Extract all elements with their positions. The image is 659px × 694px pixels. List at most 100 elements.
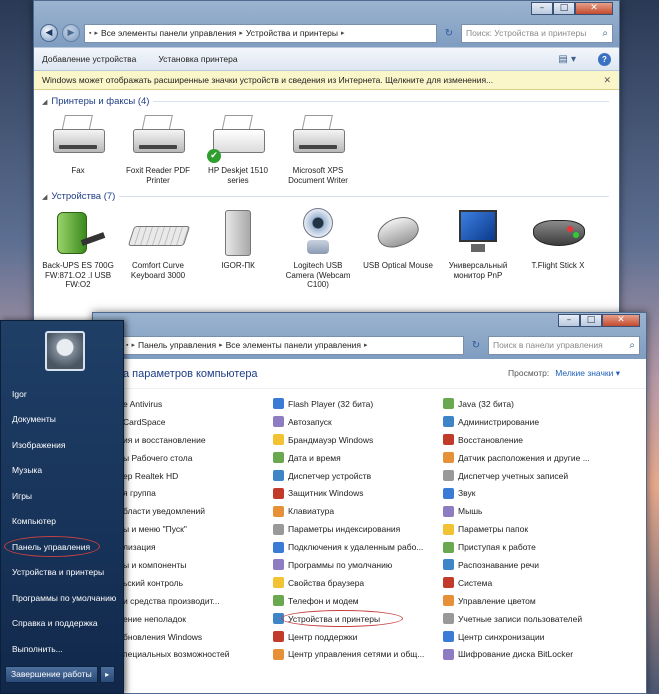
address-bar[interactable]: ▪ ▸ Панель управления ▸ Все элементы пан… (121, 335, 464, 355)
control-panel-item[interactable]: ы и компоненты (123, 556, 273, 574)
search-icon[interactable]: ⌕ (602, 28, 608, 39)
control-panel-item[interactable]: Звук (443, 484, 613, 502)
search-input[interactable]: Поиск: Устройства и принтеры ⌕ (461, 23, 613, 43)
breadcrumb-item[interactable]: Все элементы панели управления (226, 340, 361, 350)
control-panel-item[interactable]: Центр поддержки (273, 628, 443, 646)
start-menu-item[interactable]: Музыка (1, 458, 125, 484)
control-panel-item[interactable]: Центр управления сетями и общ... (273, 645, 443, 663)
device-item[interactable]: IGOR-ПК (198, 206, 278, 290)
control-panel-item[interactable]: Устройства и принтеры (273, 609, 443, 628)
control-panel-item[interactable]: бласти уведомлений (123, 502, 273, 520)
control-panel-item[interactable]: Параметры индексирования (273, 520, 443, 538)
printers-group-header[interactable]: ◢ Принтеры и факсы (4) (42, 96, 619, 107)
control-panel-item[interactable]: e Antivirus (123, 395, 273, 413)
control-panel-item[interactable]: Подключения к удаленным рабо... (273, 538, 443, 556)
control-panel-item[interactable]: я группа (123, 484, 273, 502)
view-selector[interactable]: Просмотр: Мелкие значки ▾ (508, 368, 620, 379)
start-menu-item[interactable]: Программы по умолчанию (1, 585, 125, 611)
control-panel-item[interactable]: Датчик расположения и другие ... (443, 449, 613, 467)
start-menu-item[interactable]: Компьютер (1, 509, 125, 535)
control-panel-item[interactable]: Мышь (443, 502, 613, 520)
collapse-triangle-icon[interactable]: ◢ (42, 98, 47, 106)
control-panel-item[interactable]: Дата и время (273, 449, 443, 467)
start-menu-item[interactable]: Документы (1, 407, 125, 433)
search-input[interactable]: Поиск в панели управления ⌕ (488, 335, 640, 355)
start-menu-item[interactable]: Панель управления (1, 534, 125, 560)
add-device-button[interactable]: Добавление устройства (42, 54, 136, 64)
printer-item[interactable]: Fax (38, 111, 118, 185)
address-bar[interactable]: ▪ ▸ Все элементы панели управления ▸ Уст… (84, 23, 437, 43)
control-panel-item[interactable]: CardSpace (123, 413, 273, 431)
control-panel-item[interactable]: Восстановление (443, 431, 613, 449)
search-icon[interactable]: ⌕ (629, 340, 635, 351)
control-panel-item[interactable]: Администрирование (443, 413, 613, 431)
control-panel-item[interactable]: ение неполадок (123, 610, 273, 628)
start-menu-item[interactable]: Устройства и принтеры (1, 560, 125, 586)
control-panel-item[interactable]: Защитник Windows (273, 484, 443, 502)
add-printer-button[interactable]: Установка принтера (158, 54, 237, 64)
close-infobar-icon[interactable]: ✕ (603, 75, 611, 86)
device-item[interactable]: USB Optical Mouse (358, 206, 438, 290)
start-menu-item[interactable]: Igor (1, 381, 125, 407)
control-panel-item[interactable]: ьский контроль (123, 574, 273, 592)
view-dropdown[interactable]: Мелкие значки ▾ (555, 368, 620, 379)
device-item[interactable]: Универсальный монитор PnP (438, 206, 518, 290)
minimize-button[interactable]: – (558, 314, 580, 327)
control-panel-item[interactable]: Параметры папок (443, 520, 613, 538)
control-panel-item[interactable]: Автозапуск (273, 413, 443, 431)
control-panel-item[interactable]: Брандмауэр Windows (273, 431, 443, 449)
control-panel-item[interactable]: Центр синхронизации (443, 628, 613, 646)
control-panel-item[interactable]: пециальных возможностей (123, 645, 273, 663)
control-panel-item[interactable]: и средства производит... (123, 592, 273, 610)
minimize-button[interactable]: – (531, 2, 553, 15)
control-panel-item[interactable]: бновления Windows (123, 628, 273, 646)
control-panel-item[interactable]: ия и восстановление (123, 431, 273, 449)
control-panel-item[interactable]: Шифрование диска BitLocker (443, 645, 613, 663)
printer-item[interactable]: Foxit Reader PDF Printer (118, 111, 198, 185)
control-panel-item[interactable]: ы Рабочего стола (123, 449, 273, 467)
shutdown-options-button[interactable]: ▸ (99, 666, 115, 683)
info-bar[interactable]: Windows может отображать расширенные зна… (34, 71, 619, 90)
shutdown-button[interactable]: Завершение работы (5, 666, 98, 683)
printer-item[interactable]: Microsoft XPS Document Writer (278, 111, 358, 185)
control-panel-item[interactable]: Flash Player (32 бита) (273, 395, 443, 413)
control-panel-item[interactable]: Учетные записи пользователей (443, 610, 613, 628)
collapse-triangle-icon[interactable]: ◢ (42, 193, 47, 201)
control-panel-item[interactable]: Java (32 бита) (443, 395, 613, 413)
start-menu-item[interactable]: Изображения (1, 432, 125, 458)
back-button[interactable]: ◀ (40, 24, 58, 42)
devices-group-header[interactable]: ◢ Устройства (7) (42, 191, 619, 202)
control-panel-item[interactable]: Диспетчер устройств (273, 467, 443, 485)
control-panel-item[interactable]: Приступая к работе (443, 538, 613, 556)
control-panel-item[interactable]: Клавиатура (273, 502, 443, 520)
control-panel-item[interactable]: Управление цветом (443, 592, 613, 610)
breadcrumb-item[interactable]: Все элементы панели управления (101, 28, 236, 38)
breadcrumb-item[interactable]: Панель управления (138, 340, 216, 350)
forward-button[interactable]: ▶ (62, 24, 80, 42)
refresh-icon[interactable]: ↻ (468, 340, 484, 351)
control-panel-item[interactable]: Распознавание речи (443, 556, 613, 574)
help-icon[interactable]: ? (598, 52, 611, 66)
start-menu-item[interactable]: Игры (1, 483, 125, 509)
device-item[interactable]: Back-UPS ES 700G FW:871.O2 .I USB FW:O2 (38, 206, 118, 290)
control-panel-item[interactable]: лизация (123, 538, 273, 556)
user-avatar[interactable] (45, 331, 85, 371)
close-button[interactable]: ✕ (602, 314, 640, 327)
close-button[interactable]: ✕ (575, 2, 613, 15)
control-panel-item[interactable]: Система (443, 574, 613, 592)
breadcrumb-item[interactable]: Устройства и принтеры (246, 28, 338, 38)
device-item[interactable]: Comfort Curve Keyboard 3000 (118, 206, 198, 290)
refresh-icon[interactable]: ↻ (441, 28, 457, 39)
control-panel-item[interactable]: Телефон и модем (273, 592, 443, 610)
control-panel-item[interactable]: ер Realtek HD (123, 467, 273, 485)
control-panel-item[interactable]: Свойства браузера (273, 574, 443, 592)
control-panel-item[interactable]: Программы по умолчанию (273, 556, 443, 574)
maximize-button[interactable]: □ (553, 2, 575, 15)
start-menu-item[interactable]: Выполнить... (1, 636, 125, 662)
view-options-icon[interactable]: ▤ ▾ (558, 54, 576, 65)
printer-item[interactable]: ✔ HP Deskjet 1510 series (198, 111, 278, 185)
control-panel-item[interactable]: Диспетчер учетных записей (443, 467, 613, 485)
maximize-button[interactable]: □ (580, 314, 602, 327)
device-item[interactable]: Logitech USB Camera (Webcam C100) (278, 206, 358, 290)
start-menu-item[interactable]: Справка и поддержка (1, 611, 125, 637)
